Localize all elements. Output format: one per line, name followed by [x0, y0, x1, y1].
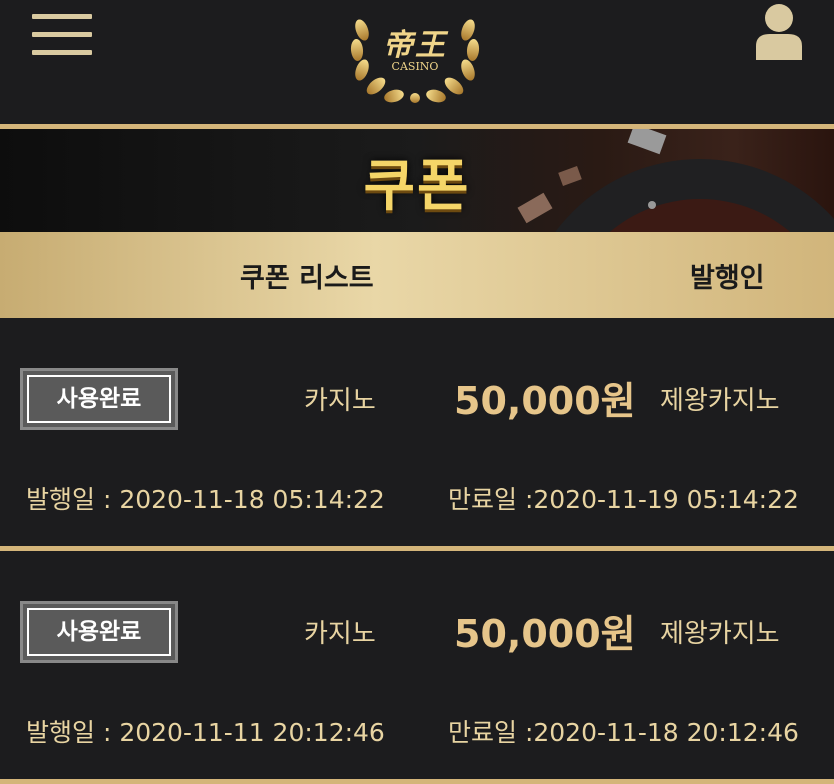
coupon-item: 사용완료 카지노 50,000원 제왕카지노 발행일 : 2020-11-11 … — [0, 551, 834, 779]
hamburger-menu-icon[interactable] — [32, 14, 92, 56]
issue-date: 발행일 : 2020-11-18 05:14:22 — [26, 485, 385, 514]
expiry-date: 만료일 :2020-11-19 05:14:22 — [448, 485, 799, 514]
page-title: 쿠폰 — [363, 154, 471, 219]
coupon-item: 사용완료 카지노 50,000원 제왕카지노 발행일 : 2020-11-18 … — [0, 318, 834, 546]
expiry-date: 만료일 :2020-11-18 20:12:46 — [448, 718, 799, 747]
page-banner: 쿠폰 — [0, 129, 834, 232]
issuer-label: 발행인 — [690, 263, 765, 294]
issue-date: 발행일 : 2020-11-11 20:12:46 — [26, 718, 385, 747]
top-bar: 帝王 CASINO — [0, 0, 834, 124]
coupon-list-label: 쿠폰 리스트 — [240, 263, 374, 294]
coupon-issuer: 제왕카지노 — [660, 386, 780, 416]
divider — [0, 779, 834, 784]
coupon-amount: 50,000원 — [454, 379, 636, 423]
status-badge[interactable]: 사용완료 — [20, 368, 178, 430]
coupon-amount: 50,000원 — [454, 612, 636, 656]
status-badge[interactable]: 사용완료 — [20, 601, 178, 663]
casino-logo[interactable]: 帝王 CASINO — [348, 0, 482, 104]
coupon-issuer: 제왕카지노 — [660, 619, 780, 649]
coupon-list-header: 쿠폰 리스트 발행인 — [0, 232, 834, 318]
user-icon[interactable] — [756, 2, 802, 60]
logo-subtitle: CASINO — [391, 60, 439, 73]
logo-text: 帝王 — [383, 28, 447, 63]
coupon-type: 카지노 — [304, 619, 376, 649]
coupon-type: 카지노 — [304, 386, 376, 416]
